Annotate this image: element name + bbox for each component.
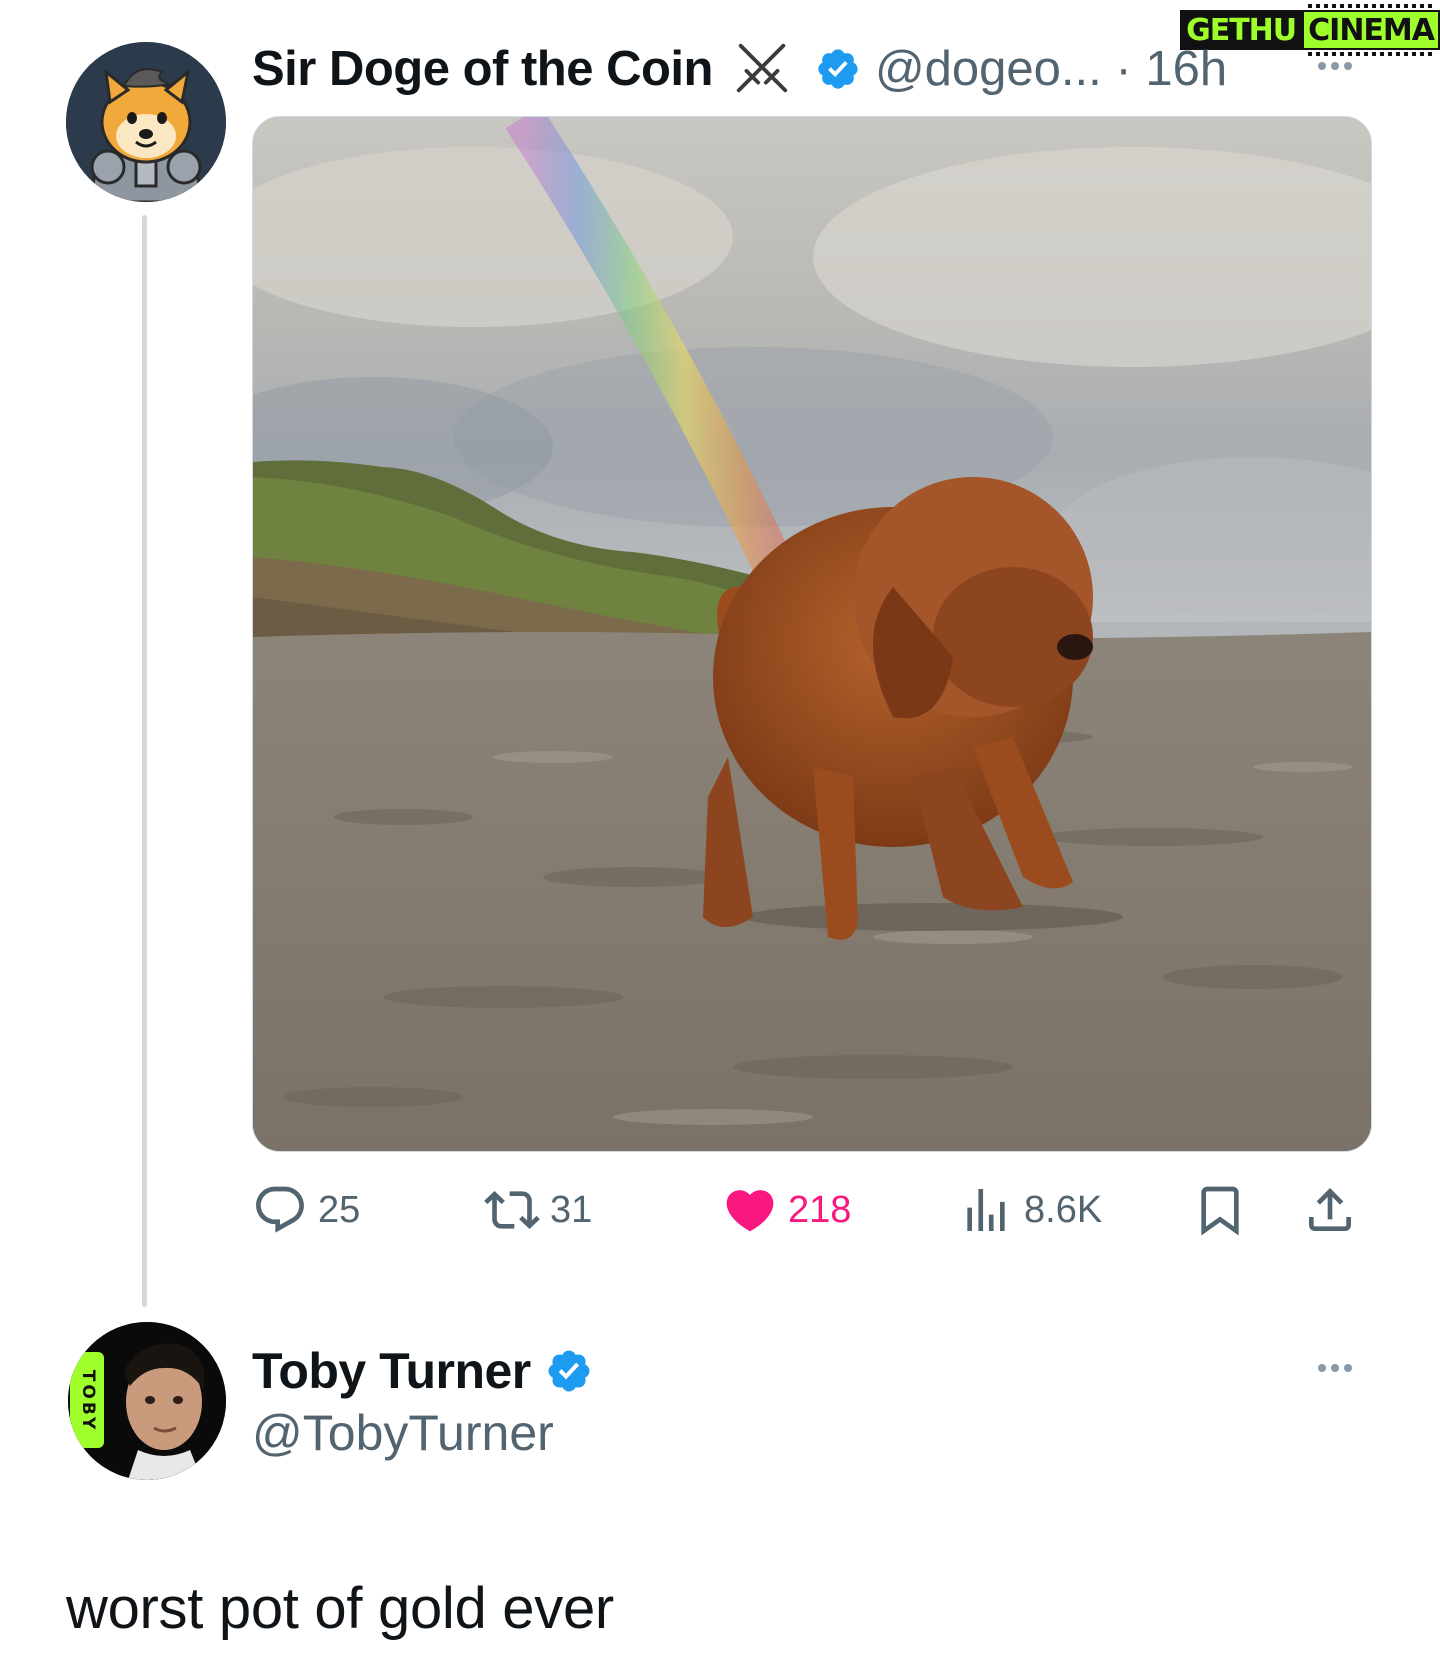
reply-author-handle[interactable]: @TobyTurner: [252, 1404, 593, 1462]
reply-text: worst pot of gold ever: [66, 1576, 614, 1641]
like-count: 218: [788, 1188, 852, 1231]
reply-icon: [256, 1186, 304, 1233]
verified-badge-icon: [548, 1350, 590, 1392]
bookmark-icon: [1201, 1186, 1239, 1236]
verified-badge-icon: [818, 49, 858, 89]
retweet-count: 31: [550, 1188, 593, 1231]
views-chart-icon: [967, 1189, 1005, 1231]
views-count: 8.6K: [1024, 1188, 1103, 1231]
avatar-toby[interactable]: TOBY: [68, 1322, 226, 1480]
author-display-name[interactable]: Sir Doge of the Coin: [252, 41, 713, 97]
reply-header: Toby Turner @TobyTurner: [252, 1338, 593, 1462]
crossed-swords-icon: [736, 43, 788, 93]
reply-author-display-name[interactable]: Toby Turner: [252, 1342, 531, 1400]
tweet-action-bar: 25 31 218 8.6K: [252, 1180, 1370, 1240]
toby-badge-text: TOBY: [78, 1369, 99, 1433]
tweet-media-photo[interactable]: [252, 116, 1372, 1152]
toby-badge: TOBY: [74, 1356, 102, 1446]
views-button[interactable]: 8.6K: [958, 1180, 1102, 1240]
retweet-icon: [484, 1191, 540, 1229]
reply-count: 25: [318, 1188, 361, 1231]
reply-button[interactable]: 25: [252, 1180, 360, 1240]
retweet-button[interactable]: 31: [484, 1180, 592, 1240]
share-button[interactable]: [1302, 1180, 1358, 1240]
tweet-header: Sir Doge of the Coin @dogeo... · 16h: [252, 34, 1227, 104]
beach-dog-rainbow-photo: [253, 117, 1371, 1151]
heart-filled-icon: [726, 1190, 774, 1232]
bookmark-button[interactable]: [1192, 1180, 1248, 1240]
avatar-doge[interactable]: [66, 42, 226, 202]
doge-knight-avatar-image: [66, 42, 226, 202]
like-button[interactable]: 218: [722, 1180, 851, 1240]
author-handle-and-time[interactable]: @dogeo... · 16h: [875, 41, 1227, 97]
more-options-icon[interactable]: [1318, 62, 1352, 70]
watermark-right: CINEMA: [1302, 4, 1440, 56]
share-upload-icon: [1309, 1188, 1351, 1231]
reply-more-options-icon[interactable]: [1318, 1364, 1352, 1372]
thread-connector-line: [142, 215, 147, 1307]
